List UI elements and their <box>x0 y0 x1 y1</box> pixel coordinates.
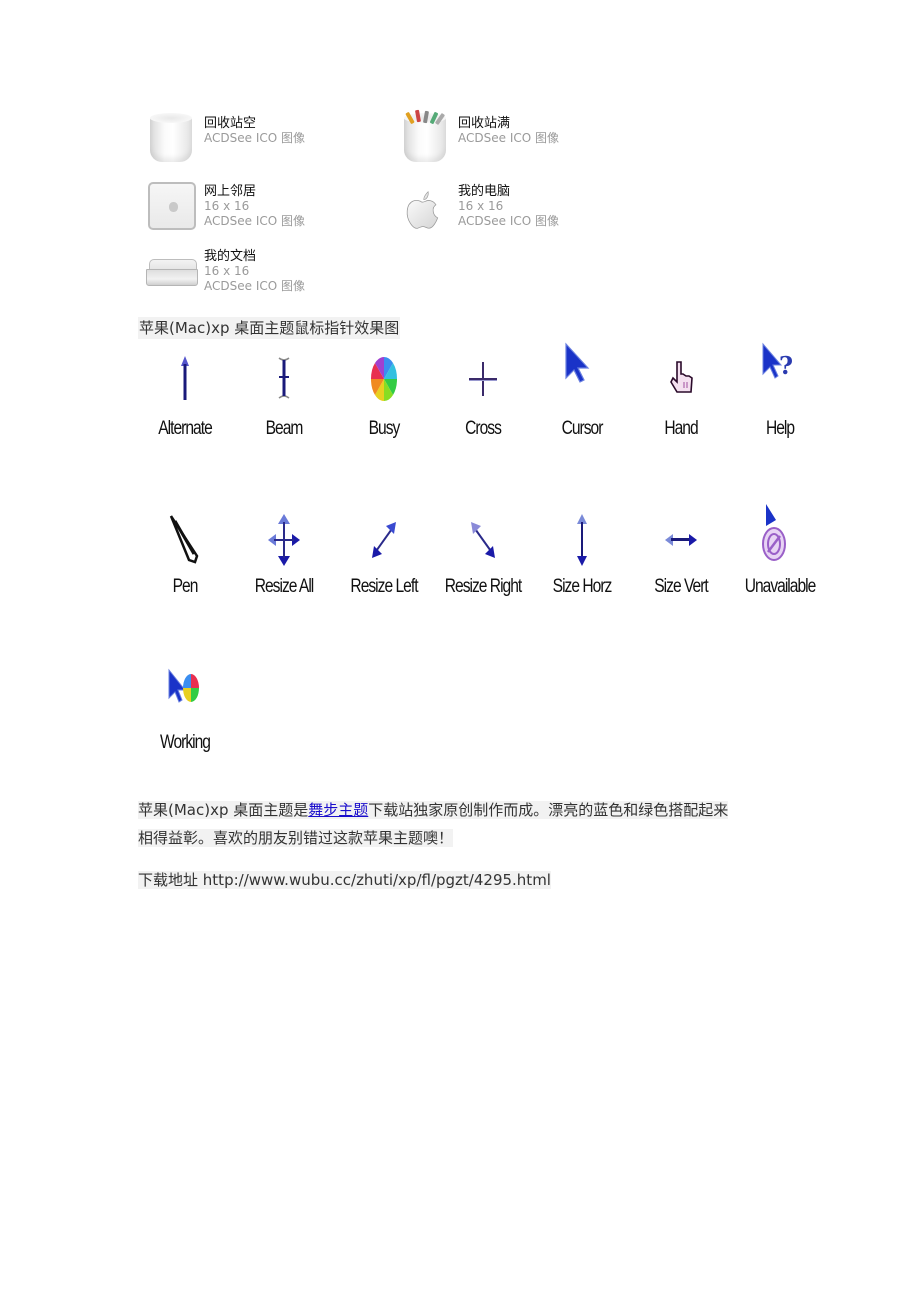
description-text: 相得益彰。喜欢的朋友别错过这款苹果主题噢！ <box>138 829 454 847</box>
file-name: 网上邻居 <box>204 184 257 199</box>
file-type: ACDSee ICO 图像 <box>204 214 305 228</box>
cursor-label: Unavailable <box>744 576 817 597</box>
cursor-label: Busy <box>368 418 401 439</box>
crosshair-icon <box>469 362 497 396</box>
cursor-resize-left: Resize Left <box>336 512 432 632</box>
file-item-my-computer[interactable]: 我的电脑 16 x 16 ACDSee ICO 图像 <box>396 180 559 232</box>
description-text: 苹果(Mac)xp 桌面主题是 <box>138 801 309 819</box>
description-paragraph: 苹果(Mac)xp 桌面主题是舞步主题下载站独家原创制作而成。漂亮的蓝色和绿色搭… <box>138 796 788 852</box>
file-size: 16 x 16 <box>204 199 250 213</box>
cursor-pointer: Cursor <box>534 342 630 462</box>
cursor-label: Size Horz <box>552 576 613 597</box>
unavailable-icon <box>762 504 786 561</box>
cursor-beam: Beam <box>236 354 332 474</box>
busy-spinner-icon <box>370 356 398 402</box>
file-name: 回收站空 <box>204 116 257 131</box>
cursor-label: Working <box>160 732 211 753</box>
file-name: 我的电脑 <box>458 184 511 199</box>
network-neighborhood-icon <box>142 180 196 232</box>
cursor-label: Help <box>765 418 795 439</box>
cursor-resize-right: Resize Right <box>435 512 531 632</box>
file-item-full-trash[interactable]: 回收站满 ACDSee ICO 图像 <box>396 109 559 164</box>
cursor-caption: 苹果(Mac)xp 桌面主题鼠标指针效果图 <box>138 317 401 339</box>
pen-icon <box>169 515 199 564</box>
diagonal-resize-nw-icon <box>471 522 495 558</box>
file-type: ACDSee ICO 图像 <box>458 131 559 145</box>
cursor-busy: Busy <box>336 354 432 474</box>
file-type: ACDSee ICO 图像 <box>204 131 305 145</box>
download-paragraph: 下载地址 http://www.wubu.cc/zhuti/xp/fl/pgzt… <box>138 866 788 894</box>
apple-logo-icon <box>396 180 448 232</box>
cursor-help: ? Help <box>732 342 828 462</box>
cursor-resize-all: Resize All <box>236 512 332 632</box>
file-item-empty-trash[interactable]: 回收站空 ACDSee ICO 图像 <box>142 112 305 164</box>
cursor-label: Resize Right <box>444 576 523 597</box>
cursor-size-vert: Size Vert <box>633 512 729 632</box>
help-arrow-icon: ? <box>762 342 793 380</box>
download-url[interactable]: http://www.wubu.cc/zhuti/xp/fl/pgzt/4295… <box>203 871 551 889</box>
vertical-resize-icon <box>577 514 587 566</box>
cursor-label: Beam <box>265 418 304 439</box>
cursor-working: Working <box>137 668 233 788</box>
cursor-cross: Cross <box>435 354 531 474</box>
file-item-network[interactable]: 网上邻居 16 x 16 ACDSee ICO 图像 <box>142 180 305 232</box>
file-type: ACDSee ICO 图像 <box>458 214 559 228</box>
cursor-size-horz: Size Horz <box>534 512 630 632</box>
download-label: 下载地址 <box>138 871 199 889</box>
cursor-pen: Pen <box>137 512 233 632</box>
alternate-arrow-icon <box>181 356 189 400</box>
full-trash-icon <box>396 109 448 164</box>
file-name: 我的文档 <box>204 249 257 264</box>
cursor-unavailable: Unavailable <box>732 500 828 620</box>
cursor-label: Resize All <box>254 576 315 597</box>
cursor-alternate: Alternate <box>137 354 233 474</box>
cursor-label: Cursor <box>561 418 604 439</box>
working-arrow-spinner-icon <box>168 668 199 703</box>
cursor-label: Pen <box>172 576 199 597</box>
cursor-label: Cross <box>465 418 502 439</box>
file-name: 回收站满 <box>458 116 511 131</box>
file-size: 16 x 16 <box>458 199 504 213</box>
mac-mini-icon <box>142 245 198 297</box>
hand-pointer-icon <box>670 361 693 393</box>
file-item-my-documents[interactable]: 我的文档 16 x 16 ACDSee ICO 图像 <box>142 245 305 297</box>
cursor-label: Size Vert <box>654 576 708 597</box>
file-type: ACDSee ICO 图像 <box>204 279 305 293</box>
cursor-label: Hand <box>664 418 698 439</box>
svg-text:?: ? <box>779 351 793 380</box>
horizontal-resize-icon <box>665 534 697 546</box>
file-size: 16 x 16 <box>204 264 250 278</box>
diagonal-resize-ne-icon <box>372 522 396 558</box>
pointer-arrow-icon <box>565 342 590 383</box>
cursor-label: Resize Left <box>350 576 418 597</box>
cursor-label: Alternate <box>158 418 212 439</box>
text-beam-icon <box>278 357 290 399</box>
wubu-theme-link[interactable]: 舞步主题 <box>308 801 368 819</box>
cursor-hand: Hand <box>633 354 729 474</box>
empty-trash-icon <box>142 112 194 164</box>
move-arrows-icon <box>268 514 300 566</box>
description-text: 下载站独家原创制作而成。漂亮的蓝色和绿色搭配起来 <box>368 801 729 819</box>
